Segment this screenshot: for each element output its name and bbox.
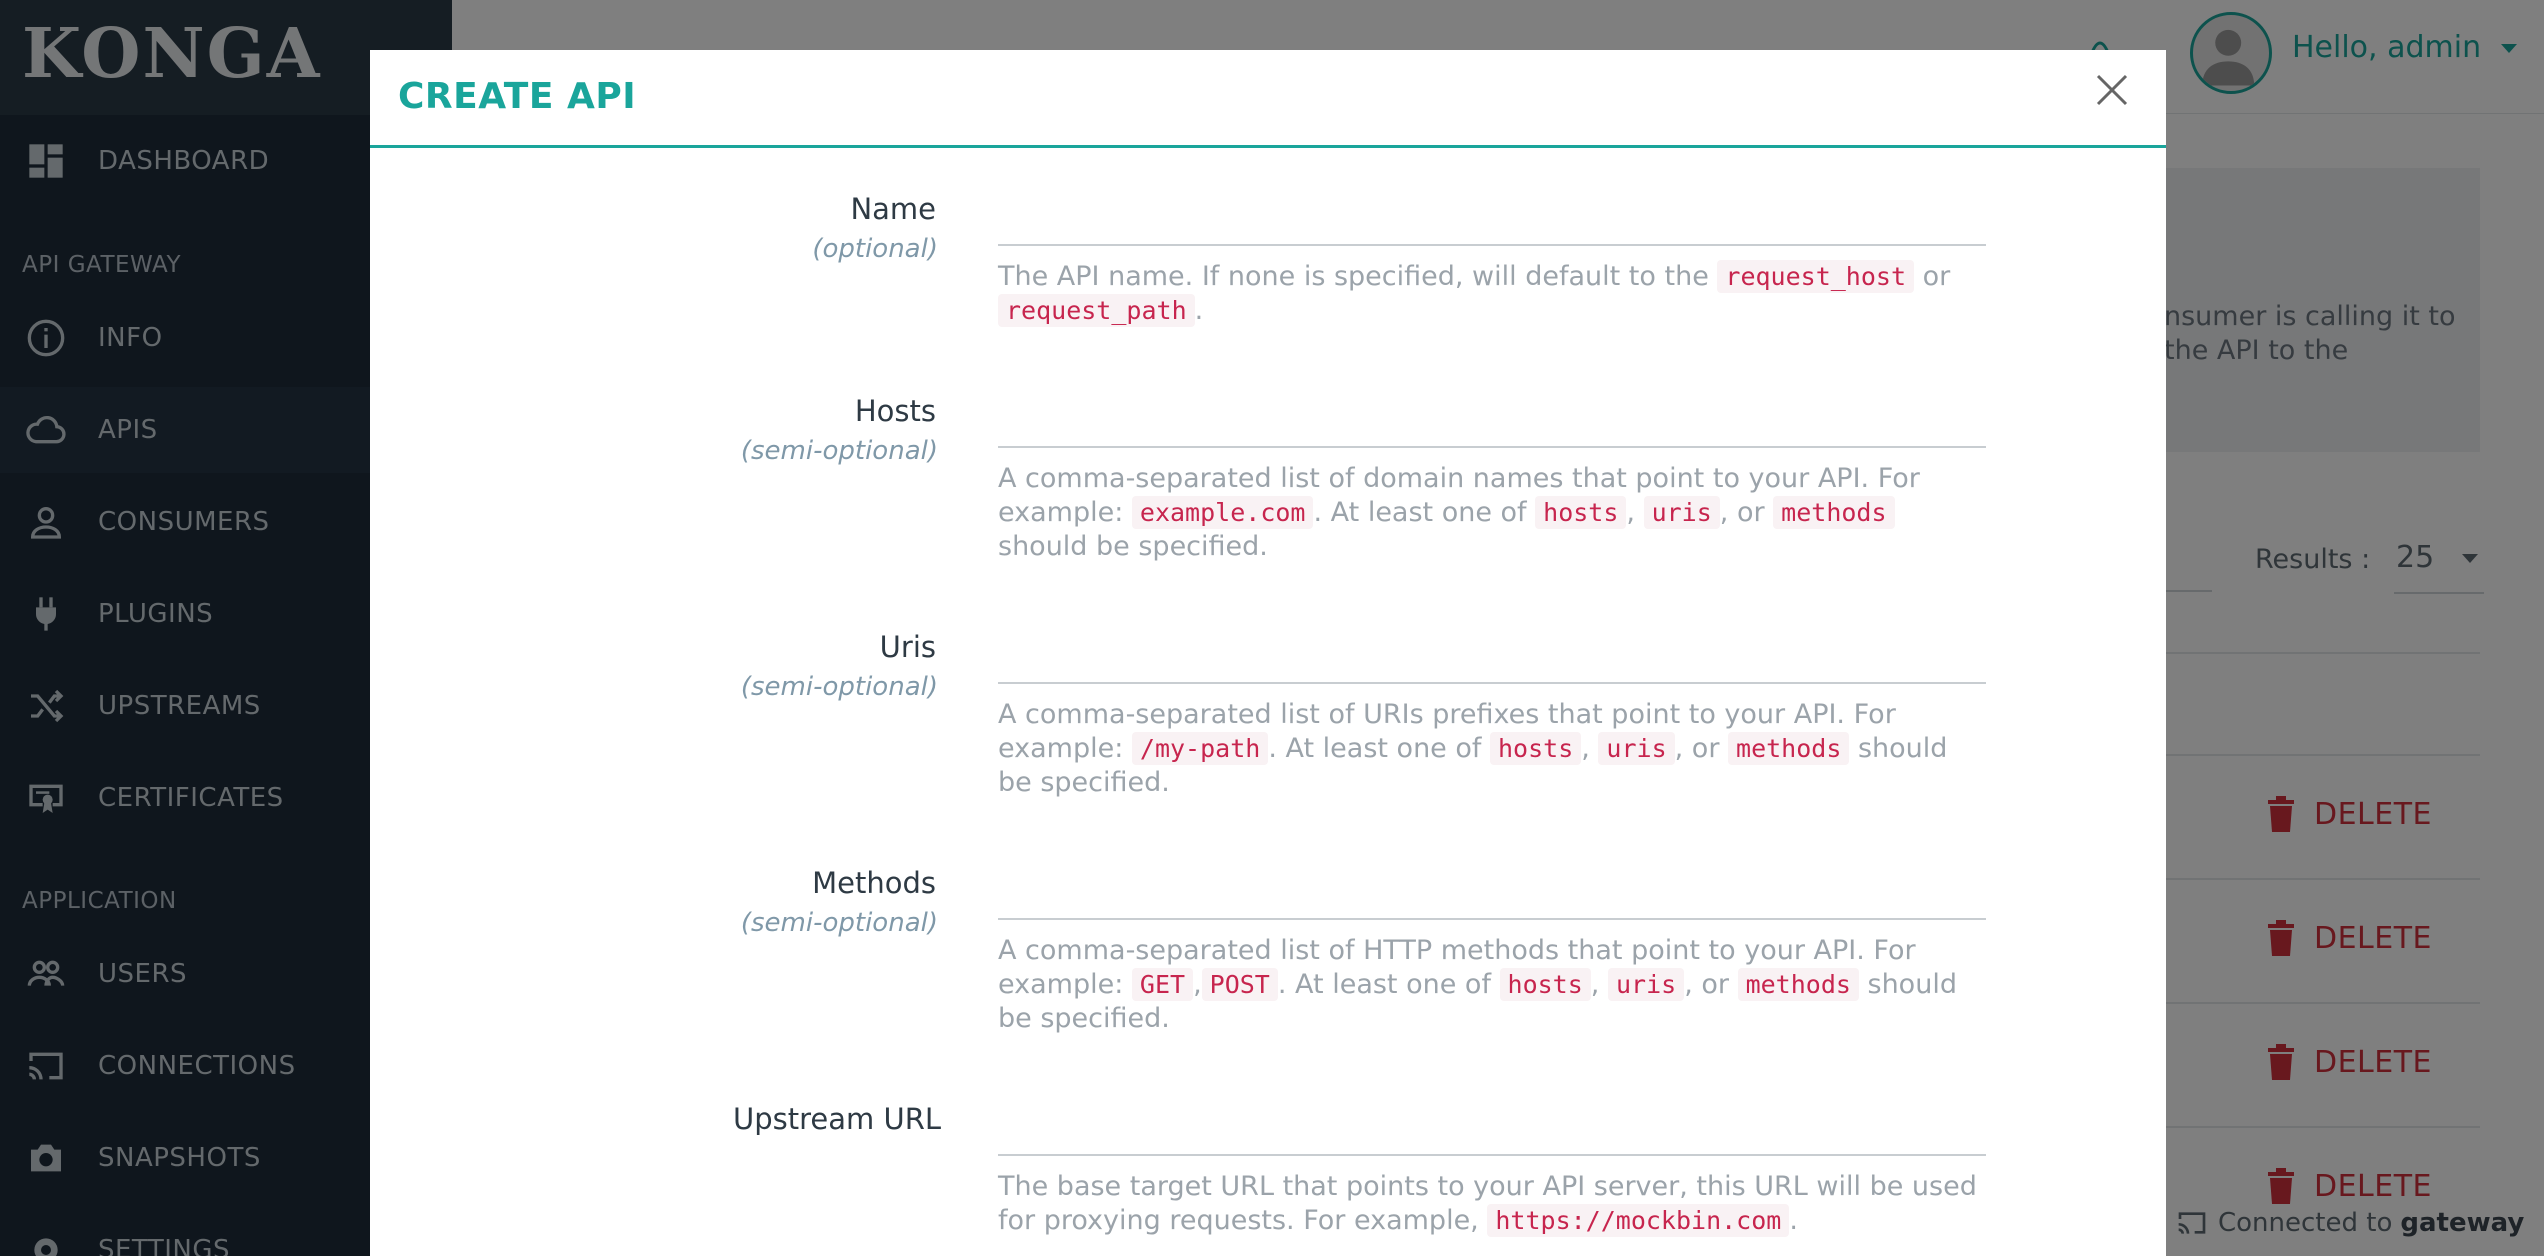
hosts-input[interactable] [998,394,1986,448]
field-label: Name [850,192,936,226]
close-icon[interactable] [2094,72,2130,108]
code-snippet: hosts [1489,732,1582,765]
field-optional-hint: (semi-optional) [740,436,938,466]
name-input[interactable] [998,192,1986,246]
field-optional-hint: (optional) [812,234,938,264]
field-optional-hint: (semi-optional) [740,672,938,702]
uris-input[interactable] [998,630,1986,684]
field-help: A comma-separated list of HTTP methods t… [998,935,1957,1034]
field-label: Upstream URL [732,1102,941,1136]
field-help: The base target URL that points to your … [998,1171,1977,1237]
code-snippet: uris [1598,732,1675,765]
field-label: Hosts [854,394,936,428]
code-snippet: hosts [1535,496,1627,529]
create-api-modal: CREATE API Name (optional) The API name.… [370,50,2166,1256]
code-snippet: POST [1201,968,1278,1001]
methods-input[interactable] [998,866,1986,920]
code-snippet: uris [1643,496,1720,529]
field-label: Uris [879,630,936,664]
code-snippet: request_host [1717,260,1915,293]
code-snippet: uris [1607,968,1685,1001]
field-optional-hint: (semi-optional) [740,908,938,938]
code-snippet: request_path [998,294,1195,327]
field-help: A comma-separated list of domain names t… [998,463,1920,562]
code-snippet: methods [1737,968,1859,1001]
code-snippet: /my-path [1131,732,1269,765]
code-snippet: GET [1131,968,1194,1001]
field-label: Methods [812,866,936,900]
field-help: A comma-separated list of URIs prefixes … [998,699,1948,798]
code-snippet: methods [1773,496,1895,529]
code-snippet: example.com [1131,496,1314,529]
code-snippet: methods [1728,732,1850,765]
upstream-url-input[interactable] [998,1102,1986,1156]
code-snippet: https://mockbin.com [1487,1204,1790,1237]
field-help: The API name. If none is specified, will… [998,260,1951,327]
modal-header: CREATE API [370,50,2166,148]
code-snippet: hosts [1499,968,1591,1001]
modal-title: CREATE API [398,76,637,117]
